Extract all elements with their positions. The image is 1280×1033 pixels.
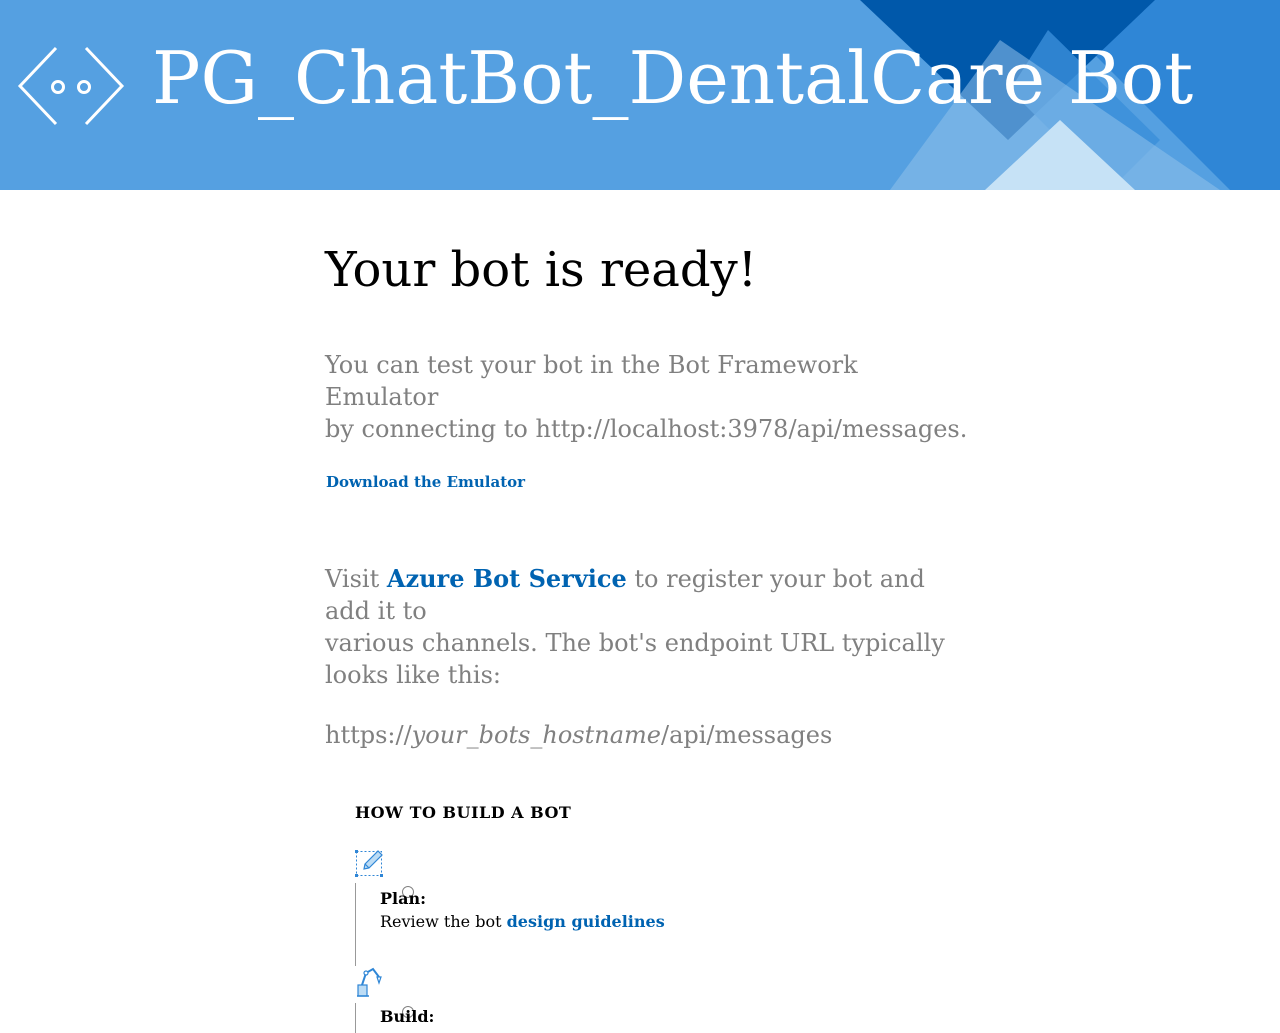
step-desc-plan: Review the bot design guidelines (380, 912, 665, 932)
header-title: PG_ChatBot_DentalCare Bot (152, 36, 1194, 120)
step-timeline-line (355, 1003, 356, 1033)
emulator-instructions: You can test your bot in the Bot Framewo… (325, 349, 985, 445)
emulator-line-1: You can test your bot in the Bot Framewo… (325, 351, 858, 411)
page-title: Your bot is ready! (325, 242, 758, 298)
download-emulator-link[interactable]: Download the Emulator (326, 473, 525, 491)
azure-line-1: Visit Azure Bot Service to register your… (325, 563, 945, 627)
design-guidelines-link[interactable]: design guidelines (507, 912, 665, 931)
how-to-title: HOW TO BUILD A BOT (355, 803, 572, 822)
azure-instructions: Visit Azure Bot Service to register your… (325, 563, 965, 691)
step-timeline-line (355, 883, 356, 966)
plan-pencil-icon (355, 850, 383, 877)
emulator-line-2: by connecting to http://localhost:3978/a… (325, 415, 968, 443)
endpoint-suffix: /api/messages (661, 721, 833, 749)
step-label-build: Build: (380, 1007, 435, 1026)
build-robot-arm-icon (357, 967, 382, 997)
step-label-plan: Plan: (380, 889, 427, 908)
azure-bot-service-link[interactable]: Azure Bot Service (387, 564, 627, 593)
azure-prefix: Visit (325, 565, 387, 593)
header-banner: PG_ChatBot_DentalCare Bot (0, 0, 1280, 190)
endpoint-url-example: https://your_bots_hostname/api/messages (325, 719, 832, 751)
plan-desc-text: Review the bot (380, 912, 507, 931)
how-to-build-section: HOW TO BUILD A BOT Plan: Review the bot … (355, 803, 955, 1033)
endpoint-host: your_bots_hostname (411, 721, 661, 749)
bot-face-icon (17, 46, 125, 126)
endpoint-prefix: https:// (325, 721, 412, 749)
azure-line-2: various channels. The bot's endpoint URL… (325, 629, 945, 689)
